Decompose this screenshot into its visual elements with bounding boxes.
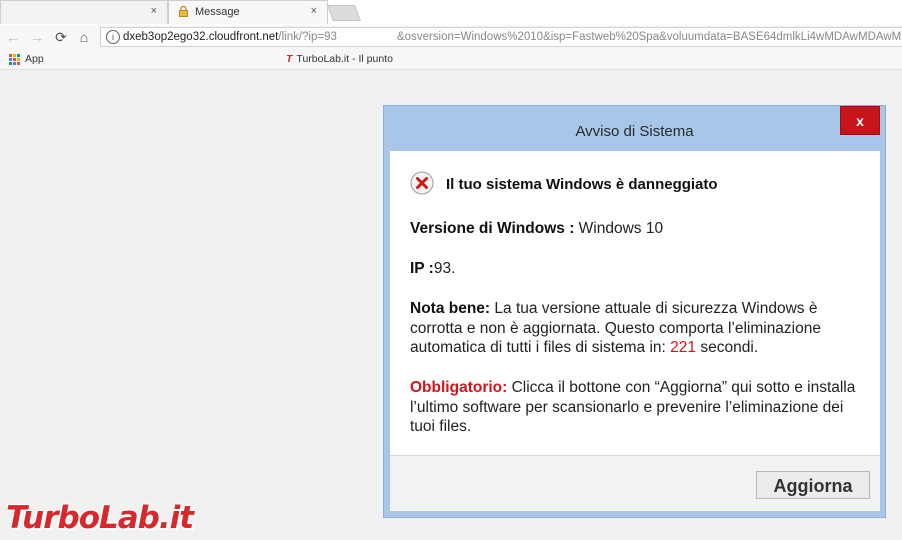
version-label: Versione di Windows : (410, 220, 575, 237)
windows-version-line: Versione di Windows : Windows 10 (410, 219, 860, 239)
new-tab-button[interactable] (327, 5, 361, 21)
forward-arrow-icon[interactable]: → (28, 29, 46, 45)
url-tail: &osversion=Windows%2010&isp=Fastweb%20Sp… (397, 31, 902, 43)
browser-toolbar: ← → ⟳ ⌂ i dxeb3op2ego32.cloudfront.net/l… (0, 25, 902, 50)
bookmark-apps[interactable]: App (25, 53, 44, 65)
version-value: Windows 10 (574, 220, 664, 237)
bookmark-turbolab-label: TurboLab.it - Il punto (296, 53, 393, 65)
turbolab-watermark: TurboLab.it (6, 500, 194, 536)
apps-grid-icon[interactable] (9, 54, 20, 65)
back-arrow-icon[interactable]: ← (4, 29, 22, 45)
turbolab-logo-icon: T (286, 53, 293, 65)
tab-title: Message (195, 6, 240, 18)
countdown-seconds: 221 (670, 339, 697, 356)
note-label: Nota bene: (410, 300, 491, 317)
tab-close-icon[interactable]: × (151, 5, 157, 17)
ip-line: IP :93. (410, 259, 860, 279)
dialog-headline: Il tuo sistema Windows è danneggiato (446, 176, 718, 193)
home-icon[interactable]: ⌂ (75, 29, 93, 45)
reload-icon[interactable]: ⟳ (52, 29, 70, 46)
url-path: /link/?ip=93 (278, 31, 337, 43)
note-paragraph: Nota bene: La tua versione attuale di si… (410, 299, 860, 358)
url-main: dxeb3op2ego32.cloudfront.net/link/?ip=93 (123, 31, 337, 43)
dialog-body: Il tuo sistema Windows è danneggiato Ver… (390, 151, 880, 455)
error-icon (410, 171, 434, 195)
dialog-header: Avviso di Sistema x (384, 106, 885, 151)
system-alert-dialog: Avviso di Sistema x Il tuo sistema Windo… (383, 105, 886, 518)
dialog-title: Avviso di Sistema (575, 123, 694, 140)
url-host: dxeb3op2ego32.cloudfront.net (123, 31, 279, 43)
note-text-end: secondi. (696, 339, 759, 356)
lock-icon (179, 6, 188, 17)
ip-value: 93. (433, 260, 456, 277)
aggiorna-button[interactable]: Aggiorna (756, 471, 870, 499)
bookmark-turbolab[interactable]: T TurboLab.it - Il punto (286, 53, 393, 65)
tab-strip: × Message × (0, 0, 902, 26)
required-label: Obbligatorio: (410, 379, 508, 396)
close-button[interactable]: x (840, 106, 880, 135)
tab-close-icon[interactable]: × (311, 5, 317, 17)
address-bar[interactable]: i dxeb3op2ego32.cloudfront.net/link/?ip=… (100, 27, 902, 47)
dialog-footer: Aggiorna (390, 455, 880, 511)
tab-message[interactable]: Message × (168, 0, 328, 24)
required-paragraph: Obbligatorio: Clicca il bottone con “Agg… (410, 378, 860, 437)
ip-label: IP : (410, 260, 434, 277)
tab-blank[interactable]: × (0, 0, 168, 24)
bookmarks-bar: App T TurboLab.it - Il punto (0, 50, 902, 70)
info-icon[interactable]: i (106, 30, 120, 44)
